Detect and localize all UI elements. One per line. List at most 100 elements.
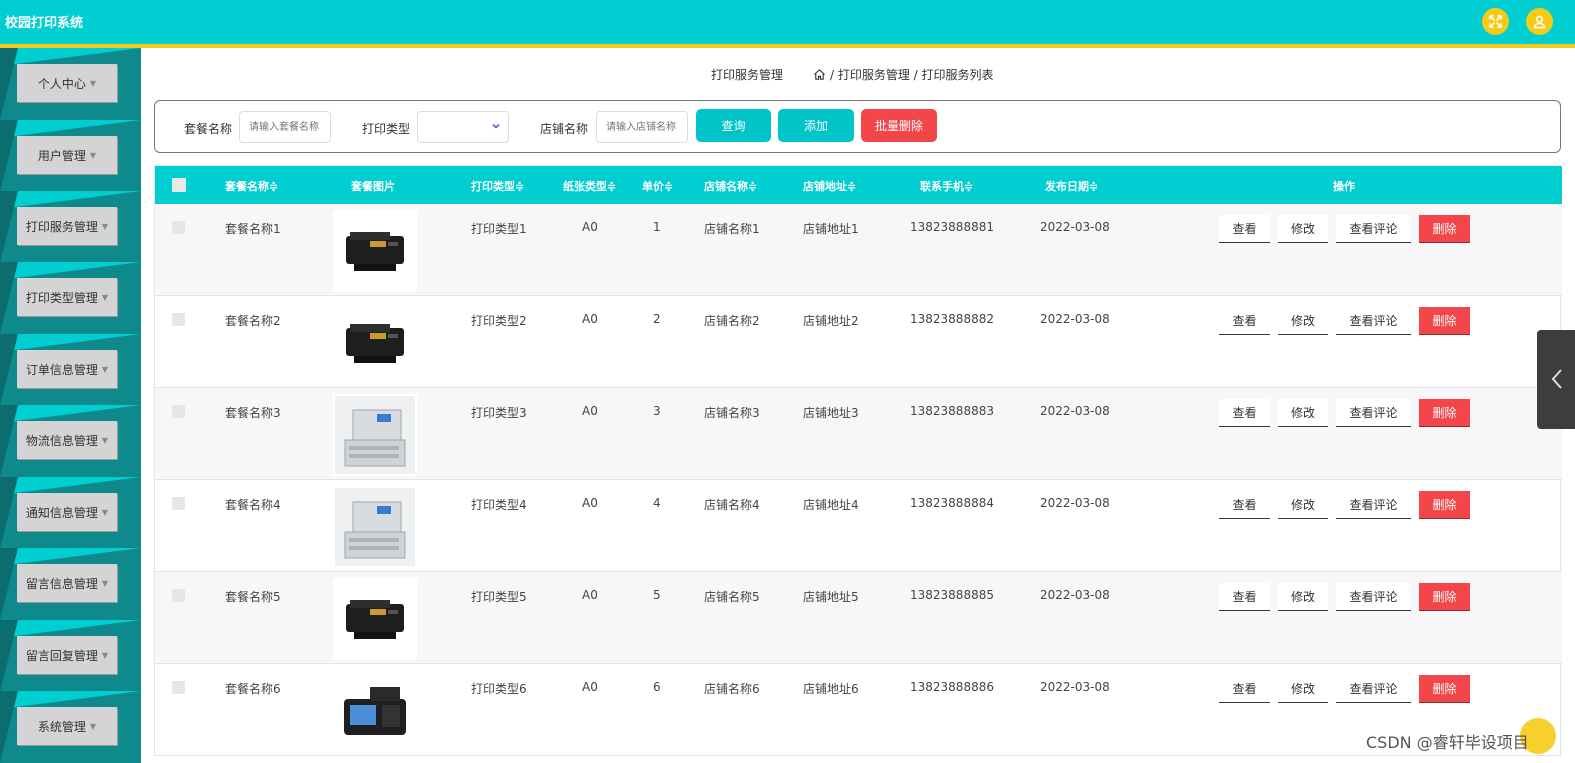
batch-delete-button[interactable]: 批量删除 <box>861 109 937 142</box>
header-phone[interactable]: 联系手机≑ <box>920 178 973 194</box>
cell-package-name: 套餐名称5 <box>225 590 281 604</box>
cell-print-type: 打印类型1 <box>471 222 527 236</box>
sidebar-button[interactable]: 打印服务管理 ▼ <box>17 207 117 245</box>
delete-button[interactable]: 删除 <box>1419 675 1470 703</box>
sidebar-button[interactable]: 个人中心 ▼ <box>17 64 117 102</box>
edit-button[interactable]: 修改 <box>1278 491 1328 519</box>
table-row: 套餐名称1 打印类型1 A0 1 店铺名称1 店铺地址1 13823888881 2022-0… <box>155 204 1562 296</box>
user-icon[interactable] <box>1526 8 1553 35</box>
cell-phone: 13823888885 <box>910 588 994 602</box>
view-reviews-button[interactable]: 查看评论 <box>1336 215 1411 243</box>
row-checkbox[interactable] <box>172 221 185 234</box>
sidebar-item-users[interactable]: 用户管理 ▼ <box>0 120 141 192</box>
cell-phone: 13823888882 <box>910 312 994 326</box>
cell-print-type: 打印类型3 <box>471 406 527 420</box>
header-shop-address[interactable]: 店铺地址≑ <box>803 178 856 194</box>
collapse-panel-toggle[interactable] <box>1537 330 1575 429</box>
cell-shop-name: 店铺名称2 <box>704 314 760 328</box>
sidebar-item-print-service[interactable]: 打印服务管理 ▼ <box>0 191 141 263</box>
sidebar-button[interactable]: 留言信息管理 ▼ <box>17 564 117 602</box>
edit-button[interactable]: 修改 <box>1278 399 1328 427</box>
header-print-type[interactable]: 打印类型≑ <box>471 178 524 194</box>
select-all-checkbox[interactable] <box>172 178 186 192</box>
delete-button[interactable]: 删除 <box>1419 215 1470 243</box>
caret-down-icon: ▼ <box>101 435 109 445</box>
header-price[interactable]: 单价≑ <box>642 178 673 194</box>
sidebar-item-label: 留言信息管理 <box>25 576 98 591</box>
header-shop-name[interactable]: 店铺名称≑ <box>704 178 757 194</box>
cell-shop-address: 店铺地址4 <box>803 498 859 512</box>
sort-icon: ≑ <box>607 180 617 193</box>
row-checkbox[interactable] <box>172 313 185 326</box>
cell-shop-address: 店铺地址2 <box>803 314 859 328</box>
sidebar-item-orders[interactable]: 订单信息管理 ▼ <box>0 334 141 406</box>
package-name-input[interactable] <box>239 111 331 143</box>
sidebar-button[interactable]: 打印类型管理 ▼ <box>17 278 117 316</box>
sidebar-item-logistics[interactable]: 物流信息管理 ▼ <box>0 405 141 477</box>
sidebar-button[interactable]: 用户管理 ▼ <box>17 136 117 174</box>
view-reviews-button[interactable]: 查看评论 <box>1336 307 1411 335</box>
cell-phone: 13823888886 <box>910 680 994 694</box>
sidebar-item-notices[interactable]: 通知信息管理 ▼ <box>0 477 141 549</box>
header-package-name[interactable]: 套餐名称≑ <box>225 178 278 194</box>
row-checkbox[interactable] <box>172 405 185 418</box>
view-button[interactable]: 查看 <box>1219 675 1270 703</box>
sidebar-button[interactable]: 留言回复管理 ▼ <box>17 636 117 674</box>
print-type-select[interactable] <box>417 111 509 143</box>
header-paper-type[interactable]: 纸张类型≑ <box>563 178 616 194</box>
edit-button[interactable]: 修改 <box>1278 215 1328 243</box>
fullscreen-icon[interactable] <box>1482 8 1509 35</box>
sidebar-item-label: 通知信息管理 <box>25 505 98 520</box>
sidebar-button[interactable]: 物流信息管理 ▼ <box>17 421 117 459</box>
breadcrumb-path[interactable]: / 打印服务管理 / 打印服务列表 <box>830 66 994 83</box>
row-checkbox[interactable] <box>172 589 185 602</box>
delete-button[interactable]: 删除 <box>1419 399 1470 427</box>
view-reviews-button[interactable]: 查看评论 <box>1336 583 1411 611</box>
sidebar-item-label: 个人中心 <box>37 76 86 91</box>
sidebar-item-label: 留言回复管理 <box>25 648 98 663</box>
sidebar-button[interactable]: 通知信息管理 ▼ <box>17 493 117 531</box>
search-panel: 套餐名称 打印类型 店铺名称 查询 添加 批量删除 <box>154 100 1561 153</box>
cell-shop-address: 店铺地址3 <box>803 406 859 420</box>
view-button[interactable]: 查看 <box>1219 215 1270 243</box>
row-checkbox[interactable] <box>172 681 185 694</box>
view-button[interactable]: 查看 <box>1219 583 1270 611</box>
delete-button[interactable]: 删除 <box>1419 307 1470 335</box>
view-reviews-button[interactable]: 查看评论 <box>1336 675 1411 703</box>
view-reviews-button[interactable]: 查看评论 <box>1336 399 1411 427</box>
sidebar-item-print-type[interactable]: 打印类型管理 ▼ <box>0 262 141 334</box>
cell-publish-date: 2022-03-08 <box>1040 404 1110 418</box>
sidebar-item-system[interactable]: 系统管理 ▼ <box>0 691 141 763</box>
chevron-left-icon <box>1551 369 1562 389</box>
cell-shop-name: 店铺名称5 <box>704 590 760 604</box>
sidebar-item-personal-center[interactable]: 个人中心 ▼ <box>0 48 141 120</box>
row-checkbox[interactable] <box>172 497 185 510</box>
view-button[interactable]: 查看 <box>1219 399 1270 427</box>
home-icon[interactable] <box>813 68 826 81</box>
laser-printer-image <box>333 578 417 660</box>
edit-button[interactable]: 修改 <box>1278 307 1328 335</box>
shop-name-input[interactable] <box>596 111 688 143</box>
cell-shop-name: 店铺名称3 <box>704 406 760 420</box>
edit-button[interactable]: 修改 <box>1278 583 1328 611</box>
sidebar-button[interactable]: 订单信息管理 ▼ <box>17 350 117 388</box>
delete-button[interactable]: 删除 <box>1419 491 1470 519</box>
view-button[interactable]: 查看 <box>1219 491 1270 519</box>
sidebar-button[interactable]: 系统管理 ▼ <box>17 707 117 745</box>
query-button[interactable]: 查询 <box>696 109 771 142</box>
cell-price: 6 <box>653 680 661 694</box>
add-button[interactable]: 添加 <box>778 109 854 142</box>
caret-down-icon: ▼ <box>101 292 109 302</box>
view-button[interactable]: 查看 <box>1219 307 1270 335</box>
sidebar-item-label: 打印类型管理 <box>25 290 98 305</box>
cell-paper-type: A0 <box>582 404 598 418</box>
sort-icon: ≑ <box>1089 180 1099 193</box>
edit-button[interactable]: 修改 <box>1278 675 1328 703</box>
delete-button[interactable]: 删除 <box>1419 583 1470 611</box>
sidebar-item-replies[interactable]: 留言回复管理 ▼ <box>0 620 141 692</box>
sidebar-item-messages[interactable]: 留言信息管理 ▼ <box>0 548 141 620</box>
print-type-label: 打印类型 <box>362 122 411 136</box>
view-reviews-button[interactable]: 查看评论 <box>1336 491 1411 519</box>
header-publish-date[interactable]: 发布日期≑ <box>1045 178 1098 194</box>
watermark: CSDN @睿轩毕设项目 <box>1366 733 1529 752</box>
